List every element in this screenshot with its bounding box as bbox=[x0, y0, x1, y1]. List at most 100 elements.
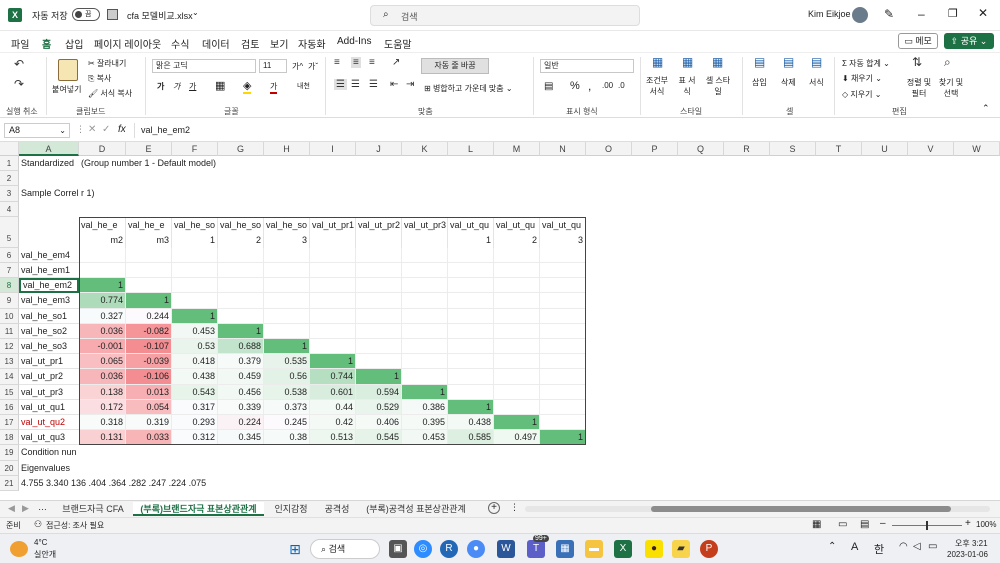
correlation-cell[interactable]: 0.453 bbox=[402, 430, 448, 446]
row-header[interactable]: 2 bbox=[0, 171, 19, 187]
correlation-cell[interactable]: 0.327 bbox=[79, 308, 126, 324]
row-label[interactable]: val_he_em1 bbox=[19, 263, 79, 279]
minimize-icon[interactable]: – bbox=[918, 7, 925, 21]
correlation-cell[interactable] bbox=[494, 339, 540, 355]
correlation-cell[interactable]: 0.38 bbox=[264, 430, 310, 446]
row-header[interactable]: 12 bbox=[0, 339, 19, 355]
correlation-cell[interactable]: 0.345 bbox=[218, 430, 264, 446]
correlation-cell[interactable] bbox=[356, 354, 402, 370]
correlation-cell[interactable] bbox=[264, 263, 310, 279]
cell-styles-icon[interactable]: ▦ bbox=[712, 55, 723, 69]
correlation-cell[interactable]: -0.001 bbox=[79, 339, 126, 355]
correlation-cell[interactable] bbox=[540, 415, 586, 431]
correlation-cell[interactable]: 0.56 bbox=[264, 369, 310, 385]
correlation-cell[interactable]: 0.224 bbox=[218, 415, 264, 431]
correlation-cell[interactable]: 0.317 bbox=[172, 399, 218, 415]
cancel-icon[interactable]: ✕ bbox=[88, 124, 96, 135]
paste-icon[interactable] bbox=[58, 59, 78, 81]
correlation-cell[interactable]: 0.386 bbox=[402, 399, 448, 415]
indent-decrease-icon[interactable]: ⇤ bbox=[390, 79, 398, 90]
correlation-cell[interactable]: 0.585 bbox=[448, 430, 494, 446]
menu-page-layout[interactable]: 페이지 레이아웃 bbox=[94, 36, 161, 51]
correlation-cell[interactable] bbox=[356, 339, 402, 355]
column-header[interactable]: S bbox=[770, 142, 816, 156]
correlation-cell[interactable] bbox=[448, 354, 494, 370]
column-label[interactable]: val_he_e m3 bbox=[126, 216, 172, 248]
correlation-cell[interactable] bbox=[448, 323, 494, 339]
column-header[interactable]: I bbox=[310, 142, 356, 156]
correlation-cell[interactable] bbox=[494, 247, 540, 263]
correlation-cell[interactable]: 0.406 bbox=[356, 415, 402, 431]
correlation-cell[interactable] bbox=[310, 263, 356, 279]
correlation-cell[interactable] bbox=[172, 247, 218, 263]
correlation-cell[interactable]: 0.543 bbox=[172, 384, 218, 400]
correlation-cell[interactable] bbox=[540, 278, 586, 294]
correlation-cell[interactable]: 0.688 bbox=[218, 339, 264, 355]
wrap-text-button[interactable]: 자동 줄 바꿈 bbox=[421, 58, 489, 74]
insert-function-icon[interactable]: fx bbox=[118, 124, 126, 135]
weather-icon[interactable] bbox=[10, 541, 28, 557]
correlation-cell[interactable]: 0.319 bbox=[126, 415, 172, 431]
correlation-cell[interactable]: 1 bbox=[218, 323, 264, 339]
correlation-cell[interactable] bbox=[494, 354, 540, 370]
correlation-cell[interactable]: 0.438 bbox=[448, 415, 494, 431]
battery-icon[interactable]: ▭ bbox=[928, 541, 937, 552]
row-header[interactable]: 13 bbox=[0, 354, 19, 370]
row-header[interactable]: 16 bbox=[0, 399, 19, 415]
correlation-cell[interactable] bbox=[356, 323, 402, 339]
phonetic-button[interactable]: 내천 bbox=[297, 81, 310, 91]
correlation-cell[interactable]: -0.106 bbox=[126, 369, 172, 385]
cut-button[interactable]: ✂ 잘라내기 bbox=[88, 58, 126, 69]
column-header[interactable]: O bbox=[586, 142, 632, 156]
correlation-cell[interactable]: 0.744 bbox=[310, 369, 356, 385]
correlation-cell[interactable] bbox=[264, 323, 310, 339]
copy-button[interactable]: ⎘ 복사 bbox=[88, 73, 111, 84]
cell-styles-button[interactable]: 셀 스타일 bbox=[703, 75, 733, 97]
formula-input[interactable]: val_he_em2 bbox=[134, 123, 994, 138]
menu-help[interactable]: 도움말 bbox=[384, 36, 412, 51]
correlation-cell[interactable]: 0.594 bbox=[356, 384, 402, 400]
correlation-cell[interactable] bbox=[448, 247, 494, 263]
select-all-corner[interactable] bbox=[0, 142, 19, 156]
redo-icon[interactable]: ↷ bbox=[14, 77, 24, 91]
align-left-icon[interactable]: ☰ bbox=[334, 79, 347, 90]
correlation-cell[interactable]: 1 bbox=[402, 384, 448, 400]
correlation-cell[interactable] bbox=[264, 308, 310, 324]
sheet-tab-brand-corr[interactable]: (부록)브랜드자극 표본상관관계 bbox=[133, 502, 264, 516]
correlation-cell[interactable] bbox=[402, 263, 448, 279]
correlation-cell[interactable]: 0.535 bbox=[264, 354, 310, 370]
correlation-cell[interactable] bbox=[494, 369, 540, 385]
font-name-select[interactable]: 맑은 고딕 bbox=[152, 59, 256, 73]
increase-decimal-icon[interactable]: .00 bbox=[602, 81, 613, 90]
correlation-cell[interactable] bbox=[356, 247, 402, 263]
correlation-cell[interactable] bbox=[356, 278, 402, 294]
sort-filter-icon[interactable]: ⇅ bbox=[912, 55, 922, 69]
correlation-cell[interactable]: 0.373 bbox=[264, 399, 310, 415]
start-icon[interactable]: ⊞ bbox=[286, 540, 304, 558]
correlation-cell[interactable] bbox=[494, 293, 540, 309]
fill-button[interactable]: ⬇ 채우기 ⌄ bbox=[842, 73, 882, 84]
correlation-cell[interactable] bbox=[494, 278, 540, 294]
delete-cells-button[interactable]: 삭제 bbox=[781, 77, 796, 88]
correlation-cell[interactable] bbox=[264, 278, 310, 294]
correlation-cell[interactable]: 0.601 bbox=[310, 384, 356, 400]
correlation-cell[interactable]: 0.395 bbox=[402, 415, 448, 431]
correlation-cell[interactable] bbox=[218, 278, 264, 294]
correlation-cell[interactable]: 0.529 bbox=[356, 399, 402, 415]
correlation-cell[interactable]: 1 bbox=[448, 399, 494, 415]
correlation-cell[interactable] bbox=[310, 293, 356, 309]
border-icon[interactable]: ▦ bbox=[215, 79, 225, 92]
correlation-cell[interactable]: 1 bbox=[540, 430, 586, 446]
correlation-cell[interactable] bbox=[540, 354, 586, 370]
row-header[interactable]: 9 bbox=[0, 293, 19, 309]
merge-center-button[interactable]: ⊞ 병합하고 가운데 맞춤 ⌄ bbox=[424, 83, 513, 94]
zoom-in-icon[interactable]: + bbox=[965, 518, 971, 529]
calendar-icon[interactable]: ▦ bbox=[556, 540, 574, 558]
menu-view[interactable]: 보기 bbox=[270, 36, 288, 51]
correlation-cell[interactable]: 0.172 bbox=[79, 399, 126, 415]
correlation-cell[interactable]: 1 bbox=[310, 354, 356, 370]
correlation-cell[interactable]: -0.107 bbox=[126, 339, 172, 355]
cell[interactable]: r 1) bbox=[79, 186, 139, 201]
column-header[interactable]: A bbox=[19, 142, 79, 156]
teams-icon[interactable]: T bbox=[527, 540, 545, 558]
